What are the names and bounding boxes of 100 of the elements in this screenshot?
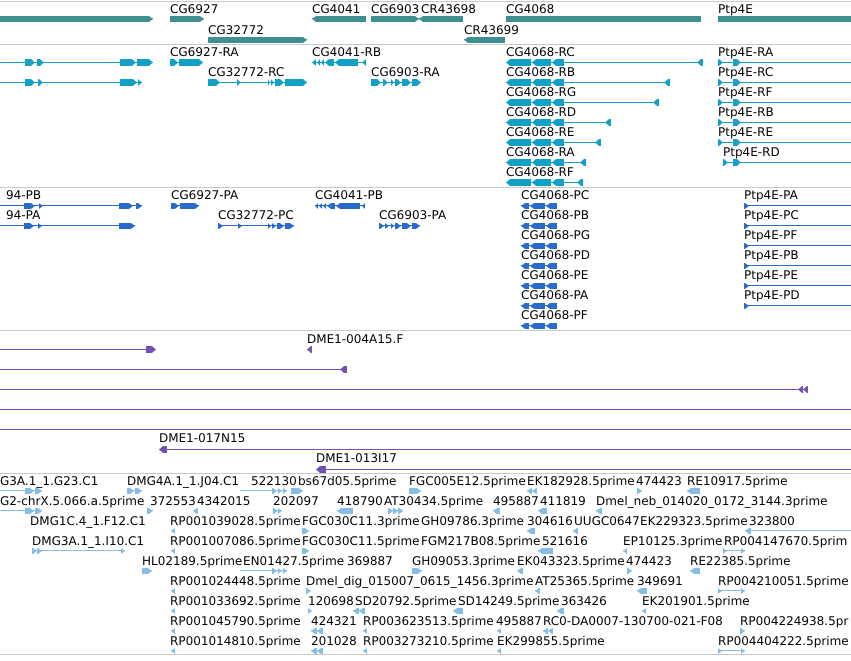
est-feature[interactable] [527,528,535,534]
transcript-feature[interactable] [718,139,851,146]
est-feature[interactable] [538,548,553,554]
transcript-feature[interactable] [312,59,366,66]
transcript-feature[interactable] [506,79,670,86]
est-feature[interactable] [557,608,564,614]
clone-feature[interactable] [0,346,156,353]
protein-feature[interactable] [521,263,557,269]
est-feature[interactable] [171,548,175,554]
est-feature[interactable] [596,508,602,514]
est-feature[interactable] [0,508,42,514]
est-feature[interactable] [32,548,125,554]
est-feature[interactable] [147,508,153,514]
est-feature[interactable] [517,568,523,574]
est-feature[interactable] [311,628,323,634]
est-feature[interactable] [240,488,287,494]
est-feature[interactable] [527,488,537,494]
est-feature[interactable] [142,568,152,574]
est-feature[interactable] [302,528,309,534]
est-feature[interactable] [409,488,421,494]
transcript-feature[interactable] [371,79,421,86]
protein-feature[interactable] [0,223,135,229]
est-feature[interactable] [453,608,463,614]
est-feature[interactable] [627,568,632,574]
est-feature[interactable] [687,488,700,494]
est-feature[interactable] [497,628,501,634]
est-feature[interactable] [723,548,745,554]
protein-feature[interactable] [521,283,557,289]
clone-feature[interactable] [0,426,851,433]
gene-feature[interactable] [419,16,463,22]
est-feature[interactable] [306,588,311,594]
est-feature[interactable] [193,508,198,514]
est-feature[interactable] [171,528,175,534]
clone-feature[interactable] [159,446,851,453]
clone-feature[interactable] [0,366,347,373]
transcript-feature[interactable] [0,59,153,66]
est-feature[interactable] [311,648,323,654]
protein-feature[interactable] [379,223,420,229]
gene-feature[interactable] [170,16,204,22]
protein-feature[interactable] [744,303,851,309]
gene-feature[interactable] [464,37,505,43]
protein-feature[interactable] [521,243,557,249]
est-feature[interactable] [718,588,745,594]
est-feature[interactable] [740,628,745,634]
est-feature[interactable] [538,508,547,514]
est-feature[interactable] [0,488,42,494]
protein-feature[interactable] [744,203,851,209]
est-feature[interactable] [127,488,142,494]
gene-feature[interactable] [312,16,366,22]
est-feature[interactable] [573,528,578,534]
est-feature[interactable] [388,508,403,514]
transcript-feature[interactable] [506,159,586,166]
est-feature[interactable] [623,548,627,554]
transcript-feature[interactable] [506,139,601,146]
protein-feature[interactable] [521,223,557,229]
transcript-feature[interactable] [506,99,659,106]
est-feature[interactable] [308,608,312,614]
protein-feature[interactable] [521,303,557,309]
clone-feature[interactable] [0,406,851,413]
est-feature[interactable] [718,648,745,654]
protein-feature[interactable] [744,263,851,269]
est-feature[interactable] [240,568,287,574]
transcript-feature[interactable] [0,79,142,86]
protein-feature[interactable] [171,203,199,209]
est-feature[interactable] [493,508,500,514]
clone-feature[interactable] [307,346,312,353]
transcript-feature[interactable] [506,179,583,186]
transcript-feature[interactable] [718,99,851,106]
transcript-feature[interactable] [723,159,851,166]
clone-feature[interactable] [0,386,808,393]
protein-feature[interactable] [0,203,142,209]
est-feature[interactable] [363,628,367,634]
transcript-feature[interactable] [208,79,307,86]
est-feature[interactable] [535,588,540,594]
gene-feature[interactable] [371,16,419,22]
clone-feature[interactable] [316,466,851,473]
est-feature[interactable] [642,608,646,614]
est-feature[interactable] [363,648,367,654]
est-feature[interactable] [291,488,303,494]
est-feature[interactable] [337,508,353,514]
transcript-feature[interactable] [718,119,851,126]
transcript-feature[interactable] [718,59,851,66]
protein-feature[interactable] [744,283,851,289]
gene-feature[interactable] [208,37,307,43]
transcript-feature[interactable] [506,59,703,66]
est-feature[interactable] [745,528,851,534]
est-feature[interactable] [302,548,309,554]
protein-feature[interactable] [315,203,365,209]
est-feature[interactable] [412,568,422,574]
est-feature[interactable] [171,628,175,634]
est-feature[interactable] [637,588,647,594]
est-feature[interactable] [497,648,501,654]
transcript-feature[interactable] [170,59,203,66]
protein-feature[interactable] [521,323,557,329]
transcript-feature[interactable] [718,79,851,86]
transcript-feature[interactable] [506,119,611,126]
est-feature[interactable] [171,588,175,594]
est-feature[interactable] [353,608,365,614]
est-feature[interactable] [171,608,175,614]
est-feature[interactable] [543,628,553,634]
